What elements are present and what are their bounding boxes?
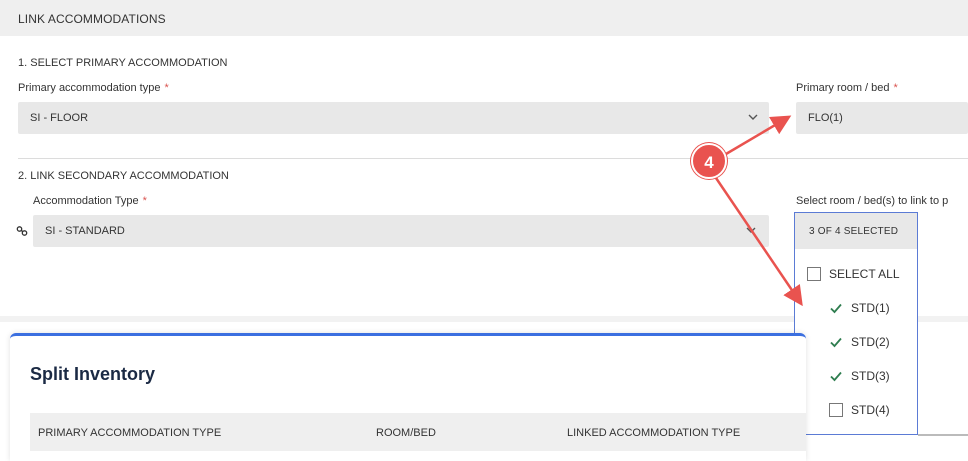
required-mark: * [164, 82, 169, 94]
split-inventory-title: Split Inventory [30, 364, 156, 384]
chevron-down-icon [746, 227, 756, 233]
required-mark: * [142, 195, 147, 207]
select-all-checkbox[interactable] [807, 267, 821, 281]
room-option-std2[interactable]: STD(2) [829, 332, 890, 352]
rooms-label: Select room / bed(s) to link to p [796, 195, 949, 207]
check-icon [830, 303, 842, 314]
primary-room-value: FLO(1) [808, 112, 843, 124]
accommodation-type-label: Accommodation Type * [33, 195, 147, 207]
section-divider [18, 158, 968, 159]
section-secondary-title: 2. LINK SECONDARY ACCOMMODATION [18, 170, 229, 182]
column-header-primary-type: PRIMARY ACCOMMODATION TYPE [38, 427, 222, 439]
room-option-std3[interactable]: STD(3) [829, 366, 890, 386]
column-header-linked-type: LINKED ACCOMMODATION TYPE [567, 427, 741, 439]
select-all-label: SELECT ALL [829, 267, 900, 281]
room-option-std4[interactable]: STD(4) [829, 400, 890, 420]
room-option-label: STD(3) [851, 369, 890, 383]
chevron-down-icon [748, 114, 758, 120]
select-all-option[interactable]: SELECT ALL [807, 264, 900, 284]
page-title: LINK ACCOMMODATIONS [18, 12, 166, 26]
column-header-room-bed: ROOM/BED [376, 427, 436, 439]
step-number: 4 [704, 153, 714, 172]
primary-type-label: Primary accommodation type * [18, 82, 169, 94]
link-icon [16, 226, 28, 236]
rooms-selected-summary: 3 OF 4 SELECTED [809, 226, 899, 237]
dropdown-edge-line [918, 434, 968, 436]
rooms-multiselect-dropdown[interactable]: 3 OF 4 SELECTED SELECT ALL STD(1) STD(2)… [794, 212, 918, 435]
room-option-label: STD(4) [851, 403, 890, 417]
room-option-std1[interactable]: STD(1) [829, 298, 890, 318]
split-inventory-table-header: PRIMARY ACCOMMODATION TYPE ROOM/BED LINK… [30, 413, 806, 451]
primary-room-select[interactable]: FLO(1) [796, 102, 968, 134]
accommodation-type-value: SI - STANDARD [45, 225, 125, 237]
room-option-label: STD(1) [851, 301, 890, 315]
accommodation-type-select[interactable]: SI - STANDARD [33, 215, 769, 247]
section-primary-title: 1. SELECT PRIMARY ACCOMMODATION [18, 57, 228, 69]
page-header: LINK ACCOMMODATIONS [0, 0, 968, 36]
primary-type-value: SI - FLOOR [30, 112, 89, 124]
check-icon [830, 371, 842, 382]
rooms-multiselect-trigger[interactable]: 3 OF 4 SELECTED [795, 213, 917, 249]
step-badge: 4 [691, 143, 727, 179]
primary-type-select[interactable]: SI - FLOOR [18, 102, 769, 134]
split-inventory-card: Split Inventory PRIMARY ACCOMMODATION TY… [10, 333, 806, 461]
primary-type-label-text: Primary accommodation type [18, 82, 161, 94]
check-icon [830, 337, 842, 348]
accommodation-type-label-text: Accommodation Type [33, 195, 139, 207]
primary-room-label-text: Primary room / bed [796, 82, 890, 94]
primary-room-label: Primary room / bed * [796, 82, 898, 94]
required-mark: * [893, 82, 898, 94]
room-option-label: STD(2) [851, 335, 890, 349]
room-checkbox-unchecked[interactable] [829, 403, 843, 417]
